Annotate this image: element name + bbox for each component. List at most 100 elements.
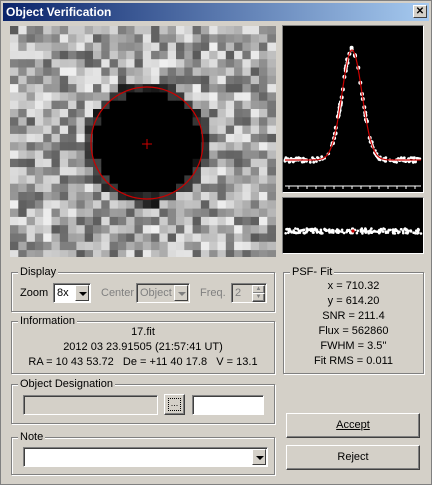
residual-point [364,230,367,234]
psf-snr: SNR = 211.4 [322,310,385,322]
designation-browse-button[interactable]: ... [164,394,185,415]
info-filename: 17.fit [131,326,155,338]
accept-button[interactable]: Accept [286,413,420,438]
residual-point [320,232,323,235]
designation-group-label: Object Designation [18,378,115,390]
residual-point [356,229,360,233]
residual-point [391,228,395,232]
note-group: Note [11,431,275,475]
residual-point [313,228,316,232]
profile-point [320,155,324,159]
residual-point [328,228,331,231]
profile-point [411,161,415,164]
residual-point [337,231,340,234]
residual-center-marker [351,229,355,233]
residual-point [379,230,382,233]
zoom-select-value: 8x [57,287,69,299]
psf-profile-plot [282,25,424,193]
profile-svg [283,45,422,189]
psf-fit-group-label: PSF- Fit [290,266,335,278]
residual-point [317,230,320,234]
residual-svg [284,227,423,235]
profile-point [409,156,413,160]
residual-point [288,227,291,231]
residual-point [308,228,311,231]
psf-y: y = 614.20 [327,295,380,307]
object-verification-window: Object Verification ✕ Display Zoom 8x Ce… [0,0,432,485]
profile-point [407,160,411,164]
residual-point [389,228,392,232]
psf-fit-curve [285,49,421,161]
center-dropdown-arrow-icon[interactable] [174,285,188,301]
residual-point [417,228,420,232]
info-coordinates: RA = 10 43 53.72 De = +11 40 17.8 V = 13… [28,356,258,368]
residual-point [415,229,418,232]
residual-point [306,229,309,233]
psf-fit-group: PSF- Fit x = 710.32 y = 614.20 SNR = 211… [283,266,424,374]
freq-down-arrow-icon[interactable]: ▼ [252,293,265,302]
profile-point [291,160,295,164]
note-combobox[interactable] [23,447,268,467]
display-group: Display Zoom 8x Center Object Freq. 2 ▲ … [11,266,275,312]
psf-fit-rms: Fit RMS = 0.011 [314,355,393,367]
center-select[interactable]: Object [136,283,190,303]
residual-point [413,231,417,235]
profile-point [399,157,403,160]
zoom-select[interactable]: 8x [53,283,91,303]
ellipsis-icon: ... [168,398,181,411]
information-group: Information 17.fit 2012 03 23.91505 (21:… [11,315,275,374]
residual-point [302,231,305,235]
zoom-dropdown-arrow-icon[interactable] [75,285,89,301]
designation-group: Object Designation ... [11,378,275,424]
profile-point [402,156,406,160]
reject-button-label: Reject [337,451,369,463]
residual-point [364,228,368,231]
residual-point [290,231,294,234]
close-button[interactable]: ✕ [413,5,427,18]
residual-point [376,230,379,233]
residual-point [368,229,372,232]
profile-point [395,160,398,164]
profile-point [412,156,416,160]
residual-point [355,231,359,235]
psf-fwhm: FWHM = 3.5'' [320,340,387,352]
residual-point [409,230,413,233]
display-group-label: Display [18,266,59,278]
residual-point [323,228,326,231]
residual-point [294,231,298,234]
designation-code-input[interactable] [192,395,264,415]
residual-point [284,232,287,235]
residual-point [383,227,386,231]
residual-point [294,227,297,230]
residual-point [396,229,399,233]
zoom-label: Zoom [20,287,49,299]
window-title: Object Verification [6,5,112,19]
profile-point [315,160,318,163]
residual-point [402,231,405,235]
residual-point [381,230,385,233]
residual-point [340,228,344,232]
note-group-label: Note [18,431,46,443]
psf-flux: Flux = 562860 [318,325,389,337]
residual-point [419,232,423,235]
psf-x: x = 710.32 [327,280,380,292]
freq-spinner[interactable]: 2 ▲ ▼ [231,283,267,303]
designation-input[interactable] [23,395,158,415]
info-datetime: 2012 03 23.91505 (21:57:41 UT) [63,341,223,353]
profile-point [349,45,354,50]
residual-point [288,230,291,233]
profile-point [316,156,319,159]
residual-point [392,231,395,234]
residual-point [406,231,410,234]
star-image-view[interactable] [10,26,276,257]
note-dropdown-arrow-icon[interactable] [252,449,266,465]
reject-button[interactable]: Reject [286,445,420,470]
title-bar: Object Verification ✕ [3,3,429,21]
accept-button-label: Accept [336,419,370,431]
profile-point [302,160,306,164]
target-overlay [90,86,204,200]
residual-point [319,228,323,232]
freq-label: Freq. [200,287,226,299]
residual-point [399,228,403,231]
residual-point [302,228,306,232]
